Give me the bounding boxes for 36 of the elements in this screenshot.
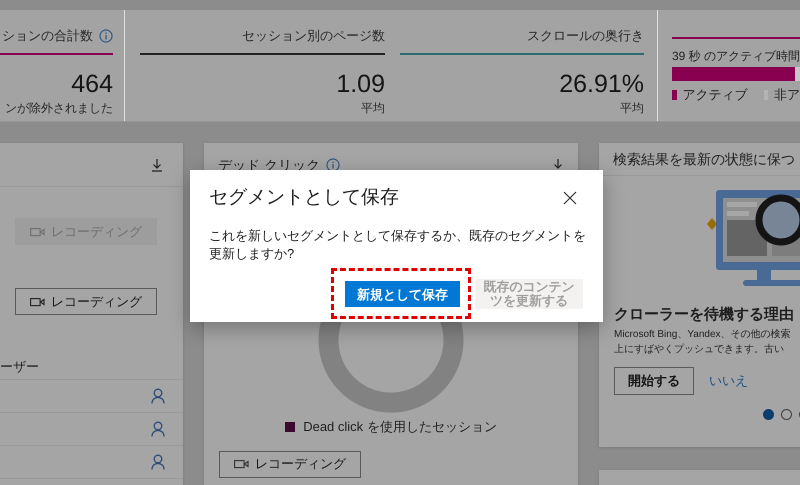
camera-icon	[30, 226, 45, 236]
recording-button[interactable]: レコーディング	[15, 288, 157, 315]
carousel-dot[interactable]	[781, 408, 792, 420]
metric-label: ションの合計数	[2, 27, 93, 46]
start-button[interactable]: 開始する	[614, 366, 694, 394]
metric-value: 1.09	[336, 70, 385, 98]
close-icon[interactable]	[563, 191, 577, 206]
legend-label: アクティブ	[682, 86, 748, 104]
save-new-button[interactable]: 新規として保存	[345, 281, 460, 308]
description-text: 上にすばやくプッシュできます。古い	[614, 344, 784, 354]
user-icon	[151, 421, 165, 437]
metric-note: 平均	[620, 101, 644, 115]
legend-label: Dead click を使用したセッション	[303, 418, 497, 436]
recording-button[interactable]: レコーディング	[219, 450, 361, 478]
no-link[interactable]: いいえ	[709, 370, 748, 390]
download-icon[interactable]	[151, 158, 163, 172]
camera-icon	[30, 296, 45, 306]
metric-note: ンが除外されました	[5, 101, 113, 115]
metric-label: セッション別のページ数	[242, 27, 385, 46]
metric-label: スクロールの奥行き	[527, 27, 644, 46]
metric-note: 平均	[361, 101, 385, 115]
info-icon[interactable]	[326, 158, 340, 172]
card-heading: クローラーを待機する理由	[614, 306, 794, 323]
card-title: 検索結果を最新の状態に保つ	[613, 150, 795, 168]
camera-icon	[234, 459, 249, 469]
legend-label: 非ア	[774, 86, 800, 104]
description-text: Microsoft Bing、Yandex、その他の検索	[614, 328, 791, 340]
metric-label: 39 秒 のアクティブ時間	[672, 49, 800, 63]
dialog-title: セグメントとして保存	[209, 186, 399, 210]
column-header: ーザー	[0, 359, 39, 374]
dialog-message: これを新しいセグメントとして保存するか、既存のセグメントを更新しますか?	[209, 228, 586, 260]
user-icon	[151, 388, 165, 404]
metric-value: 26.91%	[559, 70, 644, 98]
user-icon	[151, 454, 165, 470]
metric-value: 464	[71, 70, 113, 98]
carousel-dot[interactable]	[763, 408, 774, 420]
